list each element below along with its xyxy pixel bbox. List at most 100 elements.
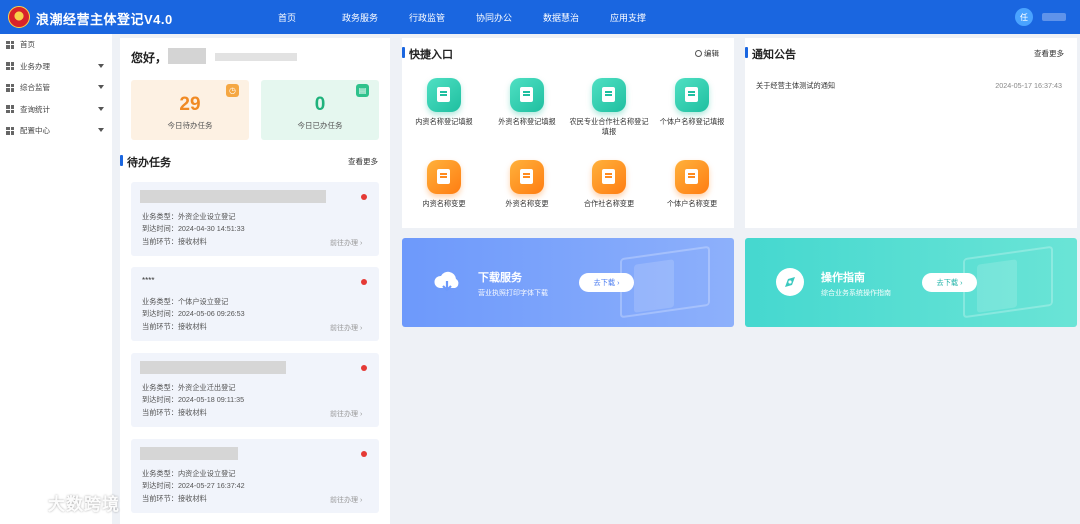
- guide-download-button[interactable]: 去下载 ›: [922, 273, 977, 292]
- document-change-icon: [592, 160, 626, 194]
- avatar[interactable]: 任: [1015, 8, 1033, 26]
- notice-item[interactable]: 关于经营主体测试的通知 2024-05-17 16:37:43: [756, 81, 1066, 91]
- top-bar: 浪潮经营主体登记V4.0 首页 政务服务 行政监管 协同办公 数据慧治 应用支撑…: [0, 0, 1080, 34]
- notice-text: 关于经营主体测试的通知: [756, 81, 836, 90]
- sidebar-item-label: 业务办理: [20, 61, 50, 71]
- nav-gov-service[interactable]: 政务服务: [342, 11, 409, 24]
- task-type: 业务类型：个体户设立登记: [142, 297, 229, 306]
- task-time: 到达时间：2024-05-18 09:11:35: [142, 395, 245, 404]
- go-handle-link[interactable]: 前往办理 ›: [330, 495, 362, 505]
- grid-icon: [6, 105, 14, 114]
- grid-icon: [6, 83, 14, 92]
- quick-item-label: 个体户名称变更: [666, 199, 718, 208]
- quick-domestic-name-register[interactable]: 内资名称登记填报: [404, 78, 484, 127]
- document-edit-icon: [427, 78, 461, 112]
- nav-app-support[interactable]: 应用支撑: [610, 11, 677, 24]
- task-title-masked: ****: [142, 276, 155, 285]
- task-step: 当前环节：接收材料: [142, 494, 207, 503]
- app-title: 浪潮经营主体登记V4.0: [36, 12, 173, 27]
- user-org-masked: [215, 53, 297, 61]
- watermark: 大数跨境: [8, 490, 120, 515]
- quick-item-label: 外资名称登记填报: [498, 117, 556, 126]
- quick-item-label: 合作社名称变更: [583, 199, 635, 208]
- tasks-more-link[interactable]: 查看更多: [348, 156, 378, 167]
- download-service-banner: 下载服务 营业执照打印字体下载 去下载 ›: [402, 238, 734, 327]
- sidebar-item-business[interactable]: 业务办理: [0, 56, 112, 78]
- done-count: 0: [314, 94, 326, 115]
- chevron-down-icon: [98, 85, 104, 89]
- go-handle-link[interactable]: 前往办理 ›: [330, 238, 362, 248]
- task-card[interactable]: 业务类型：内资企业设立登记 到达时间：2024-05-27 16:37:42 当…: [131, 439, 379, 513]
- task-card[interactable]: 业务类型：外资企业设立登记 到达时间：2024-04-30 14:51:33 当…: [131, 182, 379, 256]
- sidebar-item-config[interactable]: 配置中心: [0, 120, 112, 142]
- task-title-masked: [140, 361, 286, 374]
- edit-button[interactable]: 编辑: [695, 48, 719, 59]
- watermark-logo-icon: [9, 494, 43, 512]
- emblem-logo: [8, 6, 30, 28]
- document-change-icon: [427, 160, 461, 194]
- quick-individual-name-register[interactable]: 个体户名称登记填报: [652, 78, 732, 127]
- notice-title: 通知公告: [745, 46, 796, 62]
- go-handle-link[interactable]: 前往办理 ›: [330, 323, 362, 333]
- task-card[interactable]: **** 业务类型：个体户设立登记 到达时间：2024-05-06 09:26:…: [131, 267, 379, 341]
- task-step: 当前环节：接收材料: [142, 408, 207, 417]
- quick-coop-name-register[interactable]: 农民专业合作社名称登记填报: [569, 78, 649, 137]
- document-edit-icon: [675, 78, 709, 112]
- quick-individual-name-change[interactable]: 个体户名称变更: [652, 160, 732, 209]
- sidebar-item-label: 查询统计: [20, 104, 50, 114]
- today-done-card[interactable]: ▤ 0 今日已办任务: [261, 80, 379, 140]
- task-card[interactable]: 业务类型：外资企业迁出登记 到达时间：2024-05-18 09:11:35 当…: [131, 353, 379, 427]
- sidebar-item-query[interactable]: 查询统计: [0, 99, 112, 121]
- banner-title: 下载服务: [478, 272, 522, 284]
- gear-icon: [695, 50, 702, 57]
- today-todo-card[interactable]: ◷ 29 今日待办任务: [131, 80, 249, 140]
- clock-icon: ◷: [226, 84, 239, 97]
- task-type: 业务类型：外资企业设立登记: [142, 212, 236, 221]
- quick-item-label: 外资名称变更: [505, 199, 549, 208]
- top-nav: 首页 政务服务 行政监管 协同办公 数据慧治 应用支撑: [278, 11, 677, 24]
- cloud-download-icon: [434, 271, 459, 292]
- quick-foreign-name-register[interactable]: 外资名称登记填报: [487, 78, 567, 127]
- quick-coop-name-change[interactable]: 合作社名称变更: [569, 160, 649, 209]
- quick-item-label: 农民专业合作社名称登记填报: [569, 117, 649, 136]
- quick-domestic-name-change[interactable]: 内资名称变更: [404, 160, 484, 209]
- task-time: 到达时间：2024-05-06 09:26:53: [142, 309, 245, 318]
- nav-home[interactable]: 首页: [278, 11, 342, 24]
- grid-icon: [6, 126, 14, 135]
- notice-panel: 通知公告 查看更多 关于经营主体测试的通知 2024-05-17 16:37:4…: [745, 38, 1077, 228]
- greeting: 您好，: [131, 51, 168, 65]
- quick-entry-panel: 快捷入口 编辑 内资名称登记填报 外资名称登记填报 农民专业合作社名称登记填报 …: [402, 38, 734, 228]
- todo-label: 今日待办任务: [167, 121, 213, 130]
- nav-admin-supervision[interactable]: 行政监管: [409, 11, 476, 24]
- quick-foreign-name-change[interactable]: 外资名称变更: [487, 160, 567, 209]
- document-illustration: [977, 259, 1017, 313]
- grid-icon: [6, 40, 14, 49]
- done-label: 今日已办任务: [297, 121, 343, 130]
- go-handle-link[interactable]: 前往办理 ›: [330, 409, 362, 419]
- chevron-down-icon: [98, 106, 104, 111]
- sidebar-item-label: 配置中心: [20, 126, 50, 136]
- sidebar-item-home[interactable]: 首页: [0, 34, 112, 56]
- task-time: 到达时间：2024-04-30 14:51:33: [142, 224, 245, 233]
- task-title-masked: [140, 190, 326, 203]
- left-column: 您好， ◷ 29 今日待办任务 ▤ 0 今日已办任务 待办任务 查看更多 业务类…: [120, 38, 390, 524]
- task-type: 业务类型：外资企业迁出登记: [142, 383, 236, 392]
- watermark-text: 大数跨境: [48, 495, 120, 514]
- document-illustration: [634, 259, 674, 313]
- operation-guide-banner: 操作指南 综合业务系统操作指南 去下载 ›: [745, 238, 1077, 327]
- task-time: 到达时间：2024-05-27 16:37:42: [142, 481, 245, 490]
- todo-tasks-title: 待办任务: [120, 154, 171, 170]
- document-edit-icon: [510, 78, 544, 112]
- download-button[interactable]: 去下载 ›: [579, 273, 634, 292]
- user-name-masked[interactable]: [1042, 13, 1066, 21]
- task-step: 当前环节：接收材料: [142, 322, 207, 331]
- unread-dot: [361, 279, 367, 285]
- nav-collab-office[interactable]: 协同办公: [476, 11, 543, 24]
- document-change-icon: [510, 160, 544, 194]
- task-title-masked: [140, 447, 238, 460]
- notice-more-link[interactable]: 查看更多: [1034, 48, 1064, 59]
- nav-data-governance[interactable]: 数据慧治: [543, 11, 610, 24]
- sidebar-item-supervision[interactable]: 综合监管: [0, 77, 112, 99]
- grid-icon: [6, 62, 14, 71]
- notice-date: 2024-05-17 16:37:43: [995, 81, 1062, 90]
